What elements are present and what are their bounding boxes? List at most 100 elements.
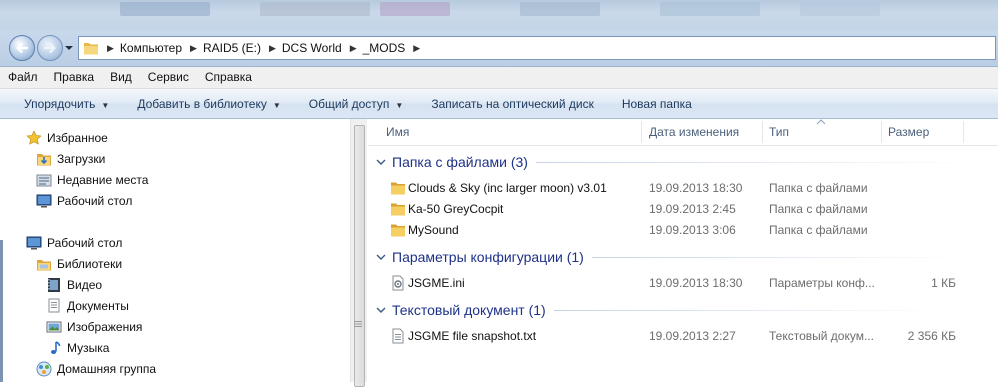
nav-libraries[interactable]: Библиотеки <box>36 254 122 274</box>
folder-icon <box>391 203 405 216</box>
file-date: 19.09.2013 18:30 <box>649 276 743 290</box>
nav-favorites-label: Избранное <box>47 131 108 145</box>
group-title: Папка с файлами (3) <box>392 154 528 170</box>
file-type: Папка с файлами <box>769 223 868 237</box>
folder-icon <box>391 182 405 195</box>
menu-tools[interactable]: Сервис <box>140 67 197 88</box>
breadcrumb-raid5[interactable]: RAID5 (E:) <box>203 41 261 55</box>
desktop-icon <box>26 236 42 250</box>
nav-pictures[interactable]: Изображения <box>46 317 142 337</box>
collapse-chevron-icon <box>376 307 386 313</box>
burn-disc-label: Записать на оптический диск <box>431 96 594 111</box>
group-title: Текстовый документ (1) <box>392 302 546 318</box>
nav-desktop[interactable]: Рабочий стол <box>26 233 122 253</box>
nav-favorites[interactable]: Избранное <box>26 128 108 148</box>
file-row[interactable]: JSGME file snapshot.txt 19.09.2013 2:27 … <box>368 326 998 347</box>
group-header-config[interactable]: Параметры конфигурации (1) <box>376 246 962 268</box>
menu-edit[interactable]: Правка <box>46 67 103 88</box>
file-type: Папка с файлами <box>769 202 868 216</box>
breadcrumb-computer[interactable]: Компьютер <box>120 41 182 55</box>
file-type: Текстовый докум... <box>769 329 874 343</box>
column-header-row: Имя Дата изменения Тип Размер <box>368 119 998 146</box>
group-header-folders[interactable]: Папка с файлами (3) <box>376 151 976 173</box>
back-button[interactable] <box>9 35 35 61</box>
arrow-left-icon <box>16 43 29 53</box>
add-to-library-label: Добавить в библиотеку <box>137 96 267 111</box>
add-to-library-button[interactable]: Добавить в библиотеку ▼ <box>123 97 294 111</box>
share-label: Общий доступ <box>308 96 390 111</box>
downloads-folder-icon <box>37 154 51 166</box>
file-date: 19.09.2013 3:06 <box>649 223 736 237</box>
file-date: 19.09.2013 18:30 <box>649 181 743 195</box>
file-name: JSGME file snapshot.txt <box>408 329 537 343</box>
breadcrumb-mods[interactable]: _MODS <box>363 41 406 55</box>
window-edge <box>0 240 3 382</box>
nav-homegroup[interactable]: Домашняя группа <box>36 359 156 379</box>
column-header-date[interactable]: Дата изменения <box>643 119 761 145</box>
chevron-down-icon: ▼ <box>101 100 110 110</box>
history-dropdown-icon[interactable] <box>64 43 74 53</box>
config-file-icon <box>392 275 404 291</box>
column-header-name[interactable]: Имя <box>380 119 640 145</box>
file-date: 19.09.2013 2:45 <box>649 202 736 216</box>
share-button[interactable]: Общий доступ ▼ <box>295 97 418 111</box>
column-header-size[interactable]: Размер <box>882 119 962 145</box>
file-row[interactable]: JSGME.ini 19.09.2013 18:30 Параметры кон… <box>368 273 998 294</box>
breadcrumb-separator[interactable]: ▶ <box>413 43 420 54</box>
music-icon <box>51 341 61 354</box>
file-name: Clouds & Sky (inc larger moon) v3.01 <box>408 181 607 195</box>
file-name: JSGME.ini <box>408 276 465 290</box>
command-bar: Упорядочить ▼ Добавить в библиотеку ▼ Общи… <box>0 89 998 119</box>
nav-video-label: Видео <box>67 278 103 292</box>
breadcrumb-separator[interactable]: ▶ <box>350 43 357 54</box>
scrollbar-grip-icon <box>354 321 362 327</box>
file-type: Параметры конф... <box>769 276 875 290</box>
navigation-pane-scrollbar[interactable] <box>350 119 367 387</box>
column-divider[interactable] <box>963 121 964 143</box>
new-folder-button[interactable]: Новая папка <box>608 97 706 111</box>
nav-downloads[interactable]: Загрузки <box>36 149 105 169</box>
breadcrumb-separator[interactable]: ▶ <box>269 43 276 54</box>
scrollbar-thumb[interactable] <box>354 125 365 387</box>
file-size: 1 КБ <box>931 276 956 290</box>
menu-help[interactable]: Справка <box>197 67 260 88</box>
collapse-chevron-icon <box>376 254 386 260</box>
burn-disc-button[interactable]: Записать на оптический диск <box>417 97 608 111</box>
chevron-down-icon: ▼ <box>395 100 404 110</box>
forward-button[interactable] <box>37 35 63 61</box>
homegroup-icon <box>36 361 52 377</box>
column-divider[interactable] <box>641 121 642 143</box>
nav-documents-label: Документы <box>67 299 129 313</box>
menu-view[interactable]: Вид <box>102 67 140 88</box>
address-bar[interactable]: ▶ Компьютер ▶ RAID5 (E:) ▶ DCS World ▶ _… <box>78 36 996 60</box>
new-folder-label: Новая папка <box>621 96 692 111</box>
libraries-icon <box>37 260 51 271</box>
video-icon <box>48 278 60 292</box>
nav-desktop-favorite[interactable]: Рабочий стол <box>36 191 132 211</box>
nav-video[interactable]: Видео <box>46 275 102 295</box>
window-top-strip <box>0 0 998 30</box>
navigation-bar: ▶ Компьютер ▶ RAID5 (E:) ▶ DCS World ▶ _… <box>0 30 998 67</box>
breadcrumb-separator[interactable]: ▶ <box>107 43 114 54</box>
organize-button[interactable]: Упорядочить ▼ <box>0 97 123 111</box>
organize-label: Упорядочить <box>24 96 96 111</box>
breadcrumb-separator[interactable]: ▶ <box>190 43 197 54</box>
file-list-pane: Имя Дата изменения Тип Размер Папка с фа… <box>368 119 998 382</box>
group-title: Параметры конфигурации (1) <box>392 249 584 265</box>
file-row[interactable]: MySound 19.09.2013 3:06 Папка с файлами <box>368 220 998 241</box>
text-file-icon <box>392 328 404 344</box>
nav-documents[interactable]: Документы <box>46 296 129 316</box>
breadcrumb-dcs-world[interactable]: DCS World <box>282 41 342 55</box>
folder-icon <box>84 43 98 55</box>
nav-recent-places-label: Недавние места <box>57 173 149 187</box>
menu-file[interactable]: Файл <box>0 67 46 88</box>
nav-music[interactable]: Музыка <box>46 338 109 358</box>
nav-recent-places[interactable]: Недавние места <box>36 170 148 190</box>
desktop-icon <box>36 194 52 208</box>
file-row[interactable]: Ka-50 GreyCocpit 19.09.2013 2:45 Папка с… <box>368 199 998 220</box>
group-header-text-docs[interactable]: Текстовый документ (1) <box>376 299 944 321</box>
recent-places-icon <box>36 174 52 187</box>
file-row[interactable]: Clouds & Sky (inc larger moon) v3.01 19.… <box>368 178 998 199</box>
group-divider <box>591 256 962 258</box>
chevron-down-icon: ▼ <box>272 100 281 110</box>
